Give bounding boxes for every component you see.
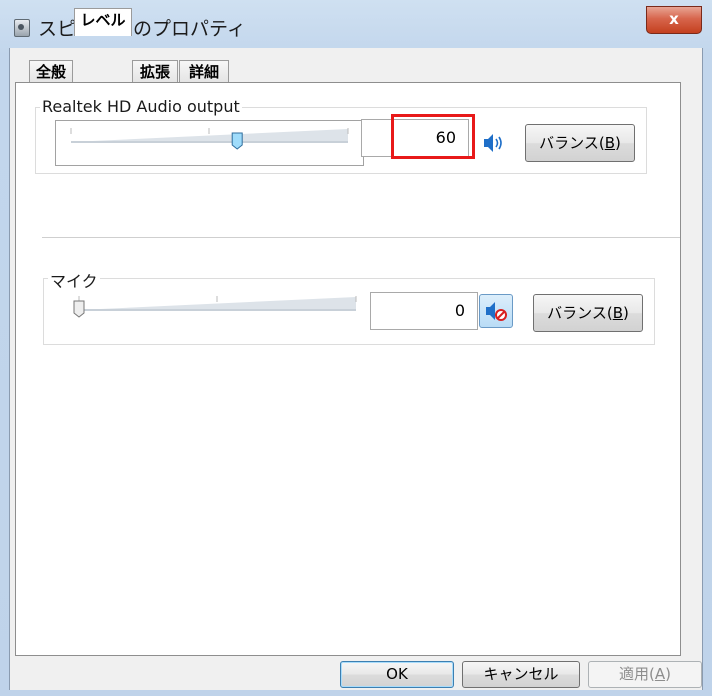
balance-button-mic[interactable]: バランス(B)	[533, 294, 643, 332]
apply-label-suffix: )	[665, 665, 671, 683]
balance-button-output[interactable]: バランス(B)	[525, 124, 635, 162]
tab-enhancements[interactable]: 拡張	[132, 60, 178, 84]
device-name-output: Realtek HD Audio output	[40, 97, 242, 116]
cancel-button[interactable]: キャンセル	[462, 661, 580, 688]
speaker-properties-icon	[14, 19, 30, 37]
group-divider	[42, 237, 680, 238]
apply-accelerator-key: A	[654, 665, 666, 683]
balance-label-prefix: バランス(	[547, 304, 613, 322]
tab-levels[interactable]: レベル	[74, 8, 132, 36]
balance-label-prefix: バランス(	[539, 134, 605, 152]
balance-label-suffix: )	[615, 134, 621, 152]
mute-toggle-mic[interactable]	[479, 294, 513, 328]
highlight-box	[391, 114, 475, 159]
level-input-mic[interactable]: 0	[370, 292, 478, 330]
tab-advanced[interactable]: 詳細	[179, 60, 229, 84]
volume-slider-mic[interactable]	[63, 288, 363, 332]
speaker-muted-icon	[486, 302, 507, 321]
ok-button[interactable]: OK	[340, 661, 454, 688]
mute-toggle-output[interactable]	[478, 128, 508, 158]
dialog-window: スピーカーのプロパティ x 全般 レベル 拡張 詳細 Realtek HD Au…	[0, 0, 712, 696]
apply-label-prefix: 適用(	[619, 665, 655, 683]
close-button[interactable]: x	[646, 6, 702, 34]
slider-thumb-output[interactable]	[231, 132, 243, 150]
window-title: スピーカーのプロパティ	[38, 18, 246, 40]
balance-label-suffix: )	[623, 304, 629, 322]
balance-accelerator-key: B	[612, 304, 623, 322]
speaker-on-icon	[484, 134, 502, 152]
balance-accelerator-key: B	[604, 134, 615, 152]
volume-slider-output[interactable]	[55, 120, 365, 166]
slider-thumb-mic[interactable]	[73, 300, 85, 318]
tab-general[interactable]: 全般	[29, 60, 73, 84]
apply-button[interactable]: 適用(A)	[588, 661, 702, 688]
